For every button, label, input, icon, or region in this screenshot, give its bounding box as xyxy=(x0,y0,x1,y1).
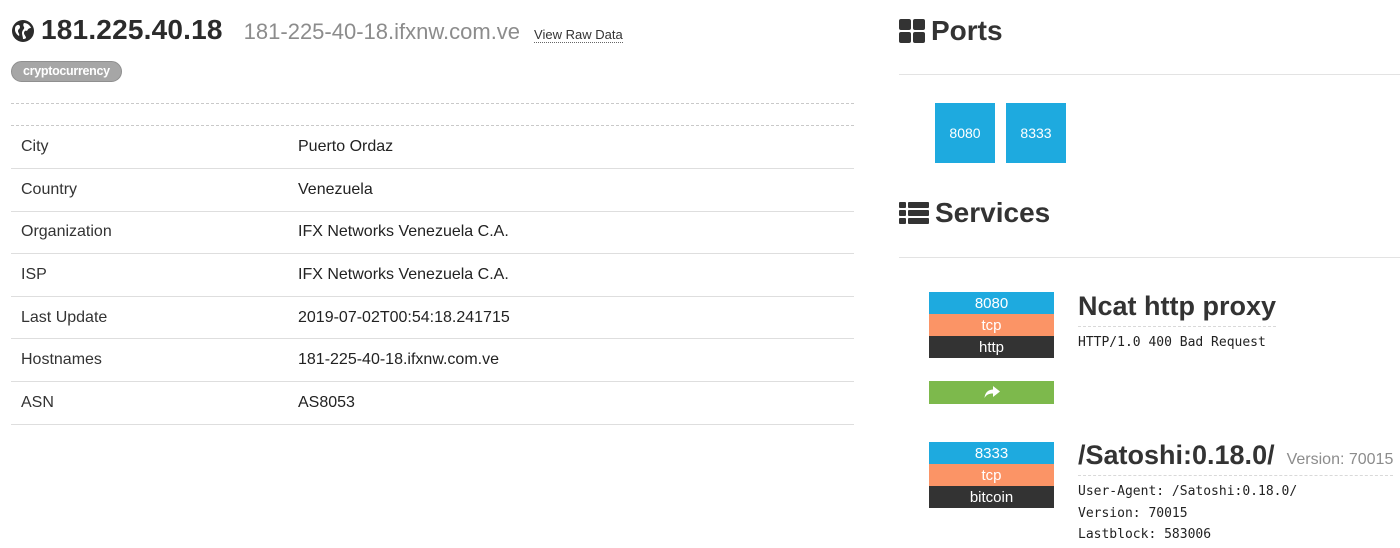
table-row: Country Venezuela xyxy=(11,168,854,212)
row-value-hostnames[interactable]: 181-225-40-18.ifxnw.com.ve xyxy=(298,338,854,382)
service-protocol-chip: tcp xyxy=(929,464,1054,486)
service-name: /Satoshi:0.18.0/ xyxy=(1078,440,1275,470)
list-icon xyxy=(899,202,929,224)
row-value-asn[interactable]: AS8053 xyxy=(298,381,854,425)
service-module-chip: bitcoin xyxy=(929,486,1054,508)
table-row: Hostnames 181-225-40-18.ifxnw.com.ve xyxy=(11,338,854,382)
table-row: Organization IFX Networks Venezuela C.A. xyxy=(11,210,854,254)
service-banner: HTTP/1.0 400 Bad Request xyxy=(1078,335,1266,350)
divider xyxy=(11,103,854,104)
view-raw-data-link[interactable]: View Raw Data xyxy=(534,27,623,43)
ports-title: Ports xyxy=(931,15,1003,46)
service-port-chip: 8080 xyxy=(929,292,1054,314)
table-row: City Puerto Ordaz xyxy=(11,126,854,169)
table-row: ISP IFX Networks Venezuela C.A. xyxy=(11,253,854,297)
service-banner: User-Agent: /Satoshi:0.18.0/ Version: 70… xyxy=(1078,484,1298,542)
tag-cryptocurrency[interactable]: cryptocurrency xyxy=(11,61,122,82)
row-label-hostnames: Hostnames xyxy=(11,338,298,382)
host-header: 181.225.40.18 181-225-40-18.ifxnw.com.ve… xyxy=(11,14,623,48)
row-label-asn: ASN xyxy=(11,381,298,425)
row-label-isp: ISP xyxy=(11,253,298,297)
host-info-table: City Puerto Ordaz Country Venezuela Orga… xyxy=(11,126,854,425)
row-value-country: Venezuela xyxy=(298,168,854,212)
hostname-subtitle: 181-225-40-18.ifxnw.com.ve xyxy=(243,19,521,44)
row-label-organization: Organization xyxy=(11,210,298,254)
divider xyxy=(899,74,1400,75)
table-row: ASN AS8053 xyxy=(11,381,854,425)
service-name: Ncat http proxy xyxy=(1078,291,1277,321)
row-value-organization: IFX Networks Venezuela C.A. xyxy=(298,210,854,254)
row-label-last-update: Last Update xyxy=(11,295,298,339)
globe-icon xyxy=(12,20,34,42)
ip-address-title: 181.225.40.18 xyxy=(41,14,223,45)
services-title: Services xyxy=(935,197,1051,228)
services-heading: Services xyxy=(899,196,1050,230)
row-label-country: Country xyxy=(11,168,298,212)
divider xyxy=(899,257,1400,258)
service-title: Ncat http proxy xyxy=(1078,291,1277,327)
grid-icon xyxy=(899,19,925,43)
service-version: Version: 70015 xyxy=(1286,451,1394,468)
ports-heading: Ports xyxy=(899,14,1003,48)
service-title: /Satoshi:0.18.0/ Version: 70015 xyxy=(1078,440,1394,476)
row-label-city: City xyxy=(21,138,49,156)
table-row: Last Update 2019-07-02T00:54:18.241715 xyxy=(11,295,854,339)
service-module-chip: http xyxy=(929,336,1054,358)
share-arrow-icon xyxy=(984,386,1000,398)
port-box-8080[interactable]: 8080 xyxy=(935,103,995,163)
row-value-last-update: 2019-07-02T00:54:18.241715 xyxy=(298,295,854,339)
service-port-chip: 8333 xyxy=(929,442,1054,464)
port-box-8333[interactable]: 8333 xyxy=(1006,103,1066,163)
service-protocol-chip: tcp xyxy=(929,314,1054,336)
row-value-isp: IFX Networks Venezuela C.A. xyxy=(298,253,854,297)
row-value-city: Puerto Ordaz xyxy=(298,138,394,156)
open-service-button[interactable] xyxy=(929,381,1054,404)
